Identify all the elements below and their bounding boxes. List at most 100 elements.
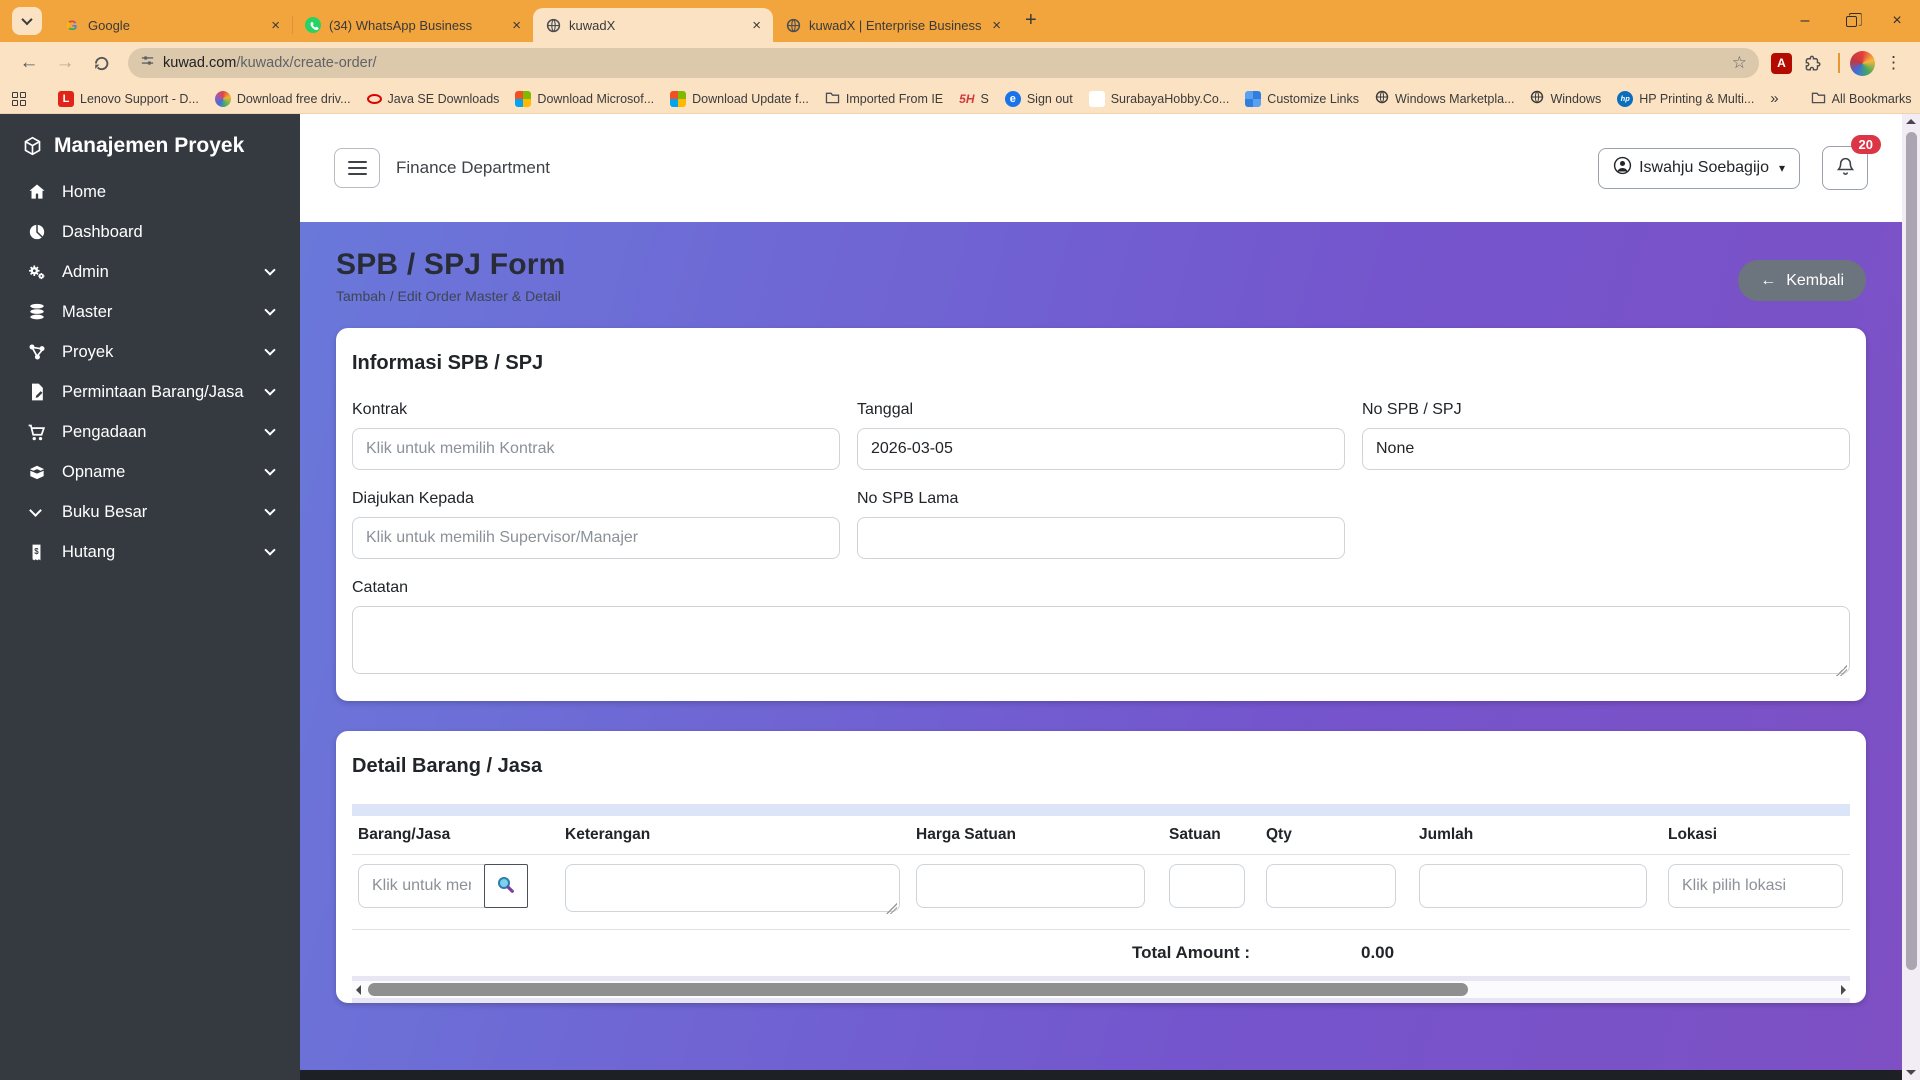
hp-favicon: hp [1617,91,1633,107]
more-bookmarks-chevron[interactable]: » [1770,90,1778,107]
col-satuan: Satuan [1163,816,1260,854]
chevron-down-icon [264,344,275,355]
scroll-right-arrow-icon[interactable] [1841,985,1846,995]
apps-grid-icon[interactable] [12,92,26,106]
restore-button[interactable] [1828,0,1874,42]
kontrak-input[interactable] [352,428,840,470]
vertical-scrollbar-thumb[interactable] [1906,132,1917,970]
bookmark-sign-out[interactable]: eSign out [1005,91,1073,107]
sidebar-item-proyek[interactable]: Proyek [20,332,280,372]
file-edit-icon [26,382,47,402]
back-button[interactable]: ← [14,48,44,78]
catatan-textarea[interactable] [352,606,1850,674]
new-tab-button[interactable]: + [1025,9,1037,32]
sidebar: Manajemen Proyek Home Dashboard Admin Ma… [0,114,300,1080]
bookmark-windows-marketplace[interactable]: Windows Marketpla... [1375,90,1514,107]
address-bar[interactable]: kuwad.com/kuwadx/create-order/ ☆ [128,48,1759,78]
qty-input[interactable] [1266,864,1396,908]
scroll-up-arrow-icon[interactable] [1906,119,1916,124]
close-window-button[interactable]: × [1874,0,1920,42]
sidebar-item-master[interactable]: Master [20,292,280,332]
extensions-puzzle-icon[interactable] [1798,48,1828,78]
bookmark-star-icon[interactable]: ☆ [1732,53,1747,73]
all-bookmarks[interactable]: All Bookmarks [1811,91,1912,107]
bookmark-microsoft[interactable]: Download Microsof... [515,91,654,107]
bookmark-java[interactable]: Java SE Downloads [367,92,500,106]
chevron-down-icon [264,264,275,275]
no-spb-lama-input[interactable] [857,517,1345,559]
keterangan-textarea[interactable] [565,864,900,912]
restore-icon [1846,16,1857,27]
close-tab-icon[interactable]: × [750,17,763,34]
scroll-down-arrow-icon[interactable] [1906,1070,1916,1075]
globe-icon [1530,90,1544,107]
sidebar-item-home[interactable]: Home [20,172,280,212]
chevron-down-icon [264,544,275,555]
jumlah-input[interactable] [1419,864,1647,908]
bookmark-lenovo[interactable]: LLenovo Support - D... [58,91,199,107]
horizontal-scrollbar[interactable] [352,981,1850,998]
sidebar-item-pengadaan[interactable]: Pengadaan [20,412,280,452]
close-tab-icon[interactable]: × [269,17,282,34]
sidebar-item-dashboard[interactable]: Dashboard [20,212,280,252]
bookmark-customize-links[interactable]: Customize Links [1245,91,1359,107]
bookmark-windows[interactable]: Windows [1530,90,1601,107]
cart-icon [26,422,47,443]
sidebar-item-admin[interactable]: Admin [20,252,280,292]
bookmark-surabaya[interactable]: SurabayaHobby.Co... [1089,91,1230,107]
folder-icon [1811,91,1826,107]
tab-kuwadx-active[interactable]: kuwadX × [533,8,773,42]
no-spb-input[interactable] [1362,428,1850,470]
lokasi-input[interactable] [1668,864,1843,908]
url-text[interactable]: kuwad.com/kuwadx/create-order/ [163,55,1724,71]
resize-grip-icon[interactable] [1836,665,1847,676]
barang-search-button[interactable] [484,864,528,908]
resize-grip-icon[interactable] [886,903,897,914]
database-icon [26,302,47,322]
close-tab-icon[interactable]: × [990,17,1003,34]
browser-menu-icon[interactable]: ⋮ [1881,53,1906,73]
bookmark-update[interactable]: Download Update f... [670,91,809,107]
back-kembali-button[interactable]: ← Kembali [1738,260,1866,301]
tab-google[interactable]: G Google × [52,8,292,42]
bookmark-sh[interactable]: 5HS [959,92,989,106]
tab-search-button[interactable] [12,7,42,35]
sidebar-item-opname[interactable]: Opname [20,452,280,492]
user-menu-button[interactable]: Iswahju Soebagijo ▾ [1598,148,1800,189]
sidebar-item-buku-besar[interactable]: Buku Besar [20,492,280,532]
tanggal-input[interactable] [857,428,1345,470]
tab-whatsapp[interactable]: (34) WhatsApp Business × [293,8,533,42]
close-tab-icon[interactable]: × [510,17,523,34]
forward-button[interactable]: → [50,48,80,78]
satuan-input[interactable] [1169,864,1245,908]
bookmark-download-driver[interactable]: Download free driv... [215,91,351,107]
diajukan-label: Diajukan Kepada [352,490,840,508]
diajukan-input[interactable] [352,517,840,559]
adobe-extension-icon[interactable]: A [1771,53,1792,74]
horizontal-scrollbar-thumb[interactable] [368,983,1468,996]
tab-kuwadx-erp[interactable]: kuwadX | Enterprise Business Pl × [773,8,1013,42]
detail-card: Detail Barang / Jasa Barang/Jasa Keteran… [336,731,1866,1003]
bookmark-imported-ie[interactable]: Imported From IE [825,91,943,107]
minimize-button[interactable]: – [1782,0,1828,42]
oracle-favicon [367,94,382,104]
bookmark-hp[interactable]: hpHP Printing & Multi... [1617,91,1754,107]
no-spb-field: No SPB / SPJ [1362,401,1850,470]
scroll-left-arrow-icon[interactable] [356,985,361,995]
sidebar-item-permintaan[interactable]: Permintaan Barang/Jasa [20,372,280,412]
harga-satuan-input[interactable] [916,864,1145,908]
barang-input[interactable] [358,864,485,908]
chevron-down-icon [264,424,275,435]
no-spb-lama-field: No SPB Lama [857,490,1345,559]
total-amount-value: 0.00 [1361,943,1394,963]
vertical-scrollbar[interactable] [1902,114,1920,1080]
reload-button[interactable] [86,48,116,78]
catatan-field: Catatan [352,579,1850,679]
globe-favicon [785,17,801,33]
profile-avatar[interactable] [1850,51,1875,76]
browser-tab-bar: G Google × (34) WhatsApp Business × kuwa… [0,0,1920,42]
detail-section-title: Detail Barang / Jasa [352,755,1850,778]
sidebar-item-hutang[interactable]: $ Hutang [20,532,280,572]
site-settings-icon[interactable] [140,53,155,73]
hamburger-menu-button[interactable] [334,148,380,188]
